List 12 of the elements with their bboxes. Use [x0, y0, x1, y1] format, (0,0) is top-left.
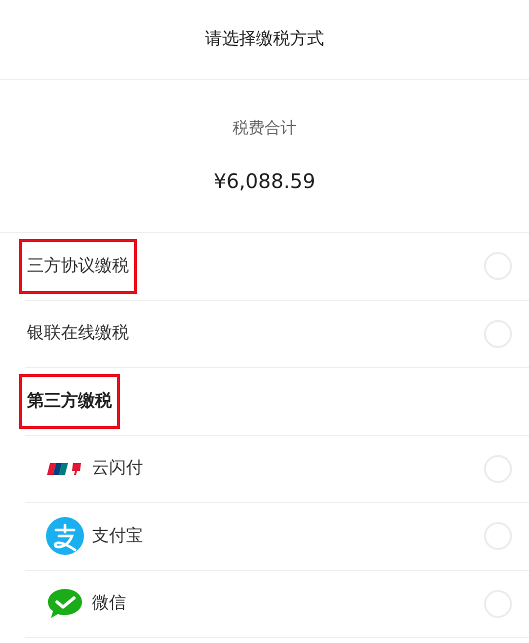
total-amount: ¥6,088.59 [214, 168, 316, 195]
page-title: 请选择缴税方式 [205, 28, 324, 51]
option-label: 支付宝 [92, 524, 143, 548]
option-label: 微信 [92, 592, 126, 615]
section-title: 第三方缴税 [19, 374, 120, 429]
chat-bubble-icon [46, 586, 84, 621]
option-label: 三方协议缴税 [19, 238, 137, 294]
total-label: 税费合计 [232, 117, 296, 139]
card-logo-icon [46, 462, 84, 476]
wallet-logo-icon [46, 517, 84, 556]
option-label: 银联在线缴税 [27, 322, 129, 345]
option-label: 云闪付 [92, 457, 143, 480]
